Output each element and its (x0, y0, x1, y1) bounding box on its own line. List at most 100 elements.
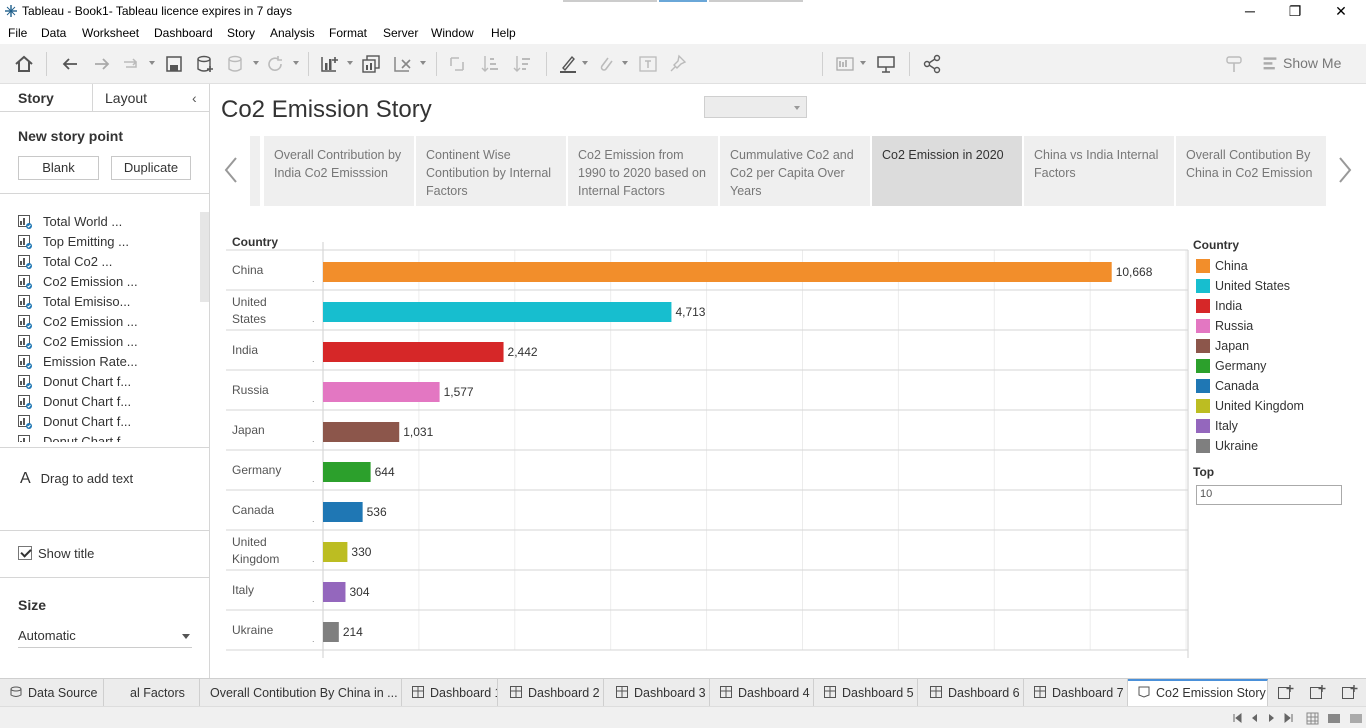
highlight-icon[interactable] (558, 54, 578, 74)
legend-item[interactable]: China (1193, 256, 1353, 276)
legend-item[interactable]: Italy (1193, 416, 1353, 436)
bar[interactable] (323, 262, 1112, 282)
sheet-tab[interactable]: Data Source (0, 679, 104, 707)
story-point-4[interactable]: Cummulative Co2 and Co2 per Capita Over … (720, 136, 870, 206)
sheet-list-item[interactable]: Total World ... (14, 212, 200, 232)
bar[interactable] (323, 342, 504, 362)
sheet-list-item[interactable]: Co2 Emission ... (14, 332, 200, 352)
swap-rows-columns-icon[interactable] (447, 54, 467, 74)
checkbox-checked-icon[interactable] (18, 546, 32, 560)
show-me-button[interactable]: Show Me (1283, 55, 1341, 71)
menu-window[interactable]: Window (431, 26, 474, 40)
bar[interactable] (323, 502, 363, 522)
sheet-tab[interactable]: Co2 Emission Story (1128, 679, 1268, 707)
show-me-icon[interactable] (1262, 55, 1278, 71)
legend-item[interactable]: Japan (1193, 336, 1353, 356)
sheet-list-item[interactable]: Top Emitting ... (14, 232, 200, 252)
story-point-6[interactable]: China vs India Internal Factors (1024, 136, 1174, 206)
bar[interactable] (323, 542, 348, 562)
sheet-tab[interactable]: al Factors (104, 679, 200, 707)
sheet-list-item[interactable]: Donut Chart f... (14, 412, 200, 432)
new-sheet-dropdown-icon[interactable] (347, 61, 353, 65)
minimize-button[interactable]: ─ (1240, 2, 1260, 20)
home-icon[interactable] (14, 54, 34, 74)
sheet-tab[interactable]: Dashboard 4 (710, 679, 814, 707)
legend-item[interactable]: India (1193, 296, 1353, 316)
legend-item[interactable]: Ukraine (1193, 436, 1353, 456)
sheet-list-item[interactable]: Emission Rate... (14, 352, 200, 372)
cards-dropdown-icon[interactable] (860, 61, 866, 65)
tab-layout[interactable]: Layout (105, 90, 147, 106)
next-story-point-icon[interactable] (1334, 154, 1354, 186)
new-dashboard-tab-icon[interactable] (1310, 685, 1326, 701)
replay-dropdown-icon[interactable] (149, 61, 155, 65)
show-cards-icon[interactable] (835, 54, 855, 74)
menu-format[interactable]: Format (329, 26, 367, 40)
clear-dropdown-icon[interactable] (420, 61, 426, 65)
replay-icon[interactable] (122, 54, 142, 74)
menu-dashboard[interactable]: Dashboard (154, 26, 213, 40)
legend-item[interactable]: United Kingdom (1193, 396, 1353, 416)
bar[interactable] (323, 302, 672, 322)
legend-item[interactable]: United States (1193, 276, 1353, 296)
refresh-dropdown-icon[interactable] (293, 61, 299, 65)
collapse-pane-icon[interactable]: ‹ (192, 90, 197, 106)
bar[interactable] (323, 622, 339, 642)
sheet-tab[interactable]: Dashboard 1 (402, 679, 498, 707)
story-point-partial[interactable] (250, 136, 260, 206)
sheet-tab[interactable]: Dashboard 7 (1024, 679, 1128, 707)
menu-worksheet[interactable]: Worksheet (82, 26, 139, 40)
previous-story-point-icon[interactable] (222, 154, 242, 186)
presentation-mode-icon[interactable] (876, 54, 896, 74)
redo-icon[interactable] (92, 54, 112, 74)
bar[interactable] (323, 582, 346, 602)
menu-file[interactable]: File (8, 26, 27, 40)
undo-icon[interactable] (60, 54, 80, 74)
blank-button[interactable]: Blank (18, 156, 99, 180)
sheet-tab[interactable]: Overall Contibution By China in ... (200, 679, 402, 707)
data-dropdown-icon[interactable] (253, 61, 259, 65)
refresh-icon[interactable] (265, 54, 285, 74)
duplicate-button[interactable]: Duplicate (111, 156, 191, 180)
sheet-list-item[interactable]: Total Emisiso... (14, 292, 200, 312)
new-worksheet-icon[interactable] (320, 54, 340, 74)
sheet-tab[interactable]: Dashboard 5 (814, 679, 918, 707)
save-icon[interactable] (164, 54, 184, 74)
new-story-tab-icon[interactable] (1342, 685, 1358, 701)
story-point-1[interactable]: Overall Contribution by India Co2 Emisss… (264, 136, 414, 206)
bar[interactable] (323, 422, 400, 442)
tab-navigation-icon[interactable] (1232, 712, 1294, 724)
legend-item[interactable]: Germany (1193, 356, 1353, 376)
sheet-list-item[interactable]: Donut Chart f... (14, 392, 200, 412)
group-dropdown-icon[interactable] (622, 61, 628, 65)
view-mode-icons[interactable] (1306, 712, 1364, 725)
tab-story[interactable]: Story (18, 90, 54, 106)
group-members-icon[interactable] (596, 54, 616, 74)
new-data-source-icon[interactable] (195, 54, 215, 74)
sort-ascending-icon[interactable] (480, 54, 500, 74)
story-point-5-active[interactable]: Co2 Emission in 2020 (872, 136, 1022, 206)
top-filter-input[interactable]: 10 (1196, 485, 1342, 505)
fit-dropdown[interactable] (704, 96, 807, 118)
new-worksheet-tab-icon[interactable] (1278, 685, 1294, 701)
restore-button[interactable]: ❐ (1285, 2, 1305, 20)
fix-axes-icon[interactable] (668, 54, 688, 74)
sheet-list-item[interactable]: Donut Chart f... (14, 372, 200, 392)
sheets-scrollbar[interactable] (200, 212, 209, 302)
menu-server[interactable]: Server (383, 26, 418, 40)
share-icon[interactable] (922, 54, 942, 74)
bar[interactable] (323, 462, 371, 482)
sheet-list-item[interactable]: Donut Chart f... (14, 432, 200, 442)
sheet-list-item[interactable]: Co2 Emission ... (14, 272, 200, 292)
story-point-7[interactable]: Overall Contibution By China in Co2 Emis… (1176, 136, 1326, 206)
story-point-2[interactable]: Continent Wise Contibution by Internal F… (416, 136, 566, 206)
clear-sheet-icon[interactable] (393, 54, 413, 74)
show-mark-labels-icon[interactable] (638, 54, 658, 74)
sheet-list-item[interactable]: Co2 Emission ... (14, 312, 200, 332)
legend-item[interactable]: Russia (1193, 316, 1353, 336)
menu-help[interactable]: Help (491, 26, 516, 40)
menu-data[interactable]: Data (41, 26, 66, 40)
legend-item[interactable]: Canada (1193, 376, 1353, 396)
show-title-checkbox[interactable]: Show title (18, 546, 94, 561)
bar[interactable] (323, 382, 440, 402)
